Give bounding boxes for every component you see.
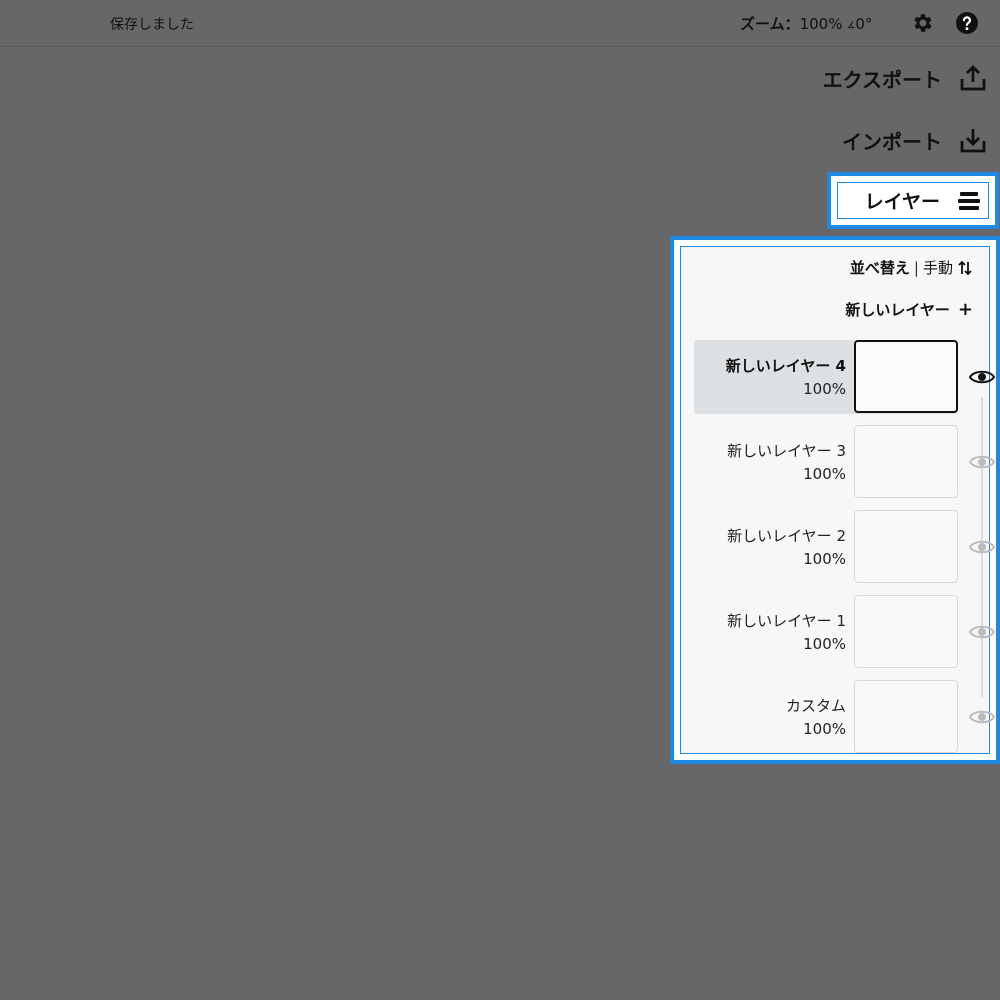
layer-row[interactable]: 新しいレイヤー 3 100% [694,425,958,499]
gear-icon[interactable] [910,11,934,35]
rotation-value: 0° [855,15,873,33]
layer-opacity: 100% [803,720,846,738]
layers-panel-frame: 並べ替え | 手動 新しいレイヤー + 新しいレイヤー 4 100% 新しいレイ… [680,246,995,754]
layer-thumbnail [854,425,958,498]
layers-button-inner: レイヤー [837,182,989,219]
export-button[interactable]: エクスポート [823,58,988,98]
layer-name: 新しいレイヤー 4 [725,357,846,375]
zoom-value: 100% [799,15,843,33]
layer-name: カスタム [785,697,846,715]
sort-control[interactable]: 並べ替え | 手動 [850,257,973,278]
zoom-label: ズーム： [740,15,800,33]
layer-row[interactable]: カスタム 100% [694,680,958,754]
layer-name: 新しいレイヤー 1 [727,612,846,630]
import-label: インポート [842,129,942,154]
layers-stack-icon [958,191,980,210]
layer-thumbnail [854,595,958,668]
layer-thumbnail [854,510,958,583]
layer-opacity: 100% [803,380,846,398]
layer-opacity: 100% [803,550,846,568]
sort-arrows-icon [958,260,972,275]
eye-hidden-icon[interactable] [969,453,995,471]
import-button[interactable]: インポート [842,120,988,160]
save-status: 保存しました [110,17,194,33]
layer-name: 新しいレイヤー 2 [727,527,846,545]
export-label: エクスポート [822,67,942,92]
eye-hidden-icon[interactable] [969,623,995,641]
plus-icon: + [957,298,973,320]
upload-icon [960,65,986,91]
layer-thumbnail [854,680,958,753]
layer-name: 新しいレイヤー 3 [727,442,846,460]
layers-button[interactable]: レイヤー [827,172,999,229]
sort-label: 並べ替え [849,259,910,277]
layer-row[interactable]: 新しいレイヤー 4 100% [694,340,958,414]
eye-hidden-icon[interactable] [969,708,995,726]
help-icon[interactable] [955,11,979,35]
layer-opacity: 100% [803,635,846,653]
layers-panel: 並べ替え | 手動 新しいレイヤー + 新しいレイヤー 4 100% 新しいレイ… [670,236,1000,764]
layer-opacity: 100% [803,465,846,483]
new-layer-button[interactable]: 新しいレイヤー + [845,299,973,320]
sort-mode: 手動 [922,259,953,277]
eye-hidden-icon[interactable] [969,538,995,556]
download-icon [960,129,986,153]
layers-label: レイヤー [864,191,940,213]
eye-icon[interactable] [969,368,995,386]
layer-thumbnail [854,340,958,413]
layer-row[interactable]: 新しいレイヤー 2 100% [694,510,958,584]
new-layer-label: 新しいレイヤー [845,301,950,319]
layer-row[interactable]: 新しいレイヤー 1 100% [694,595,958,669]
zoom-indicator[interactable]: ズーム：100% ∡0° [740,13,872,34]
sort-separator: | [913,258,919,277]
top-bar: 保存しました ズーム：100% ∡0° [0,0,1000,47]
